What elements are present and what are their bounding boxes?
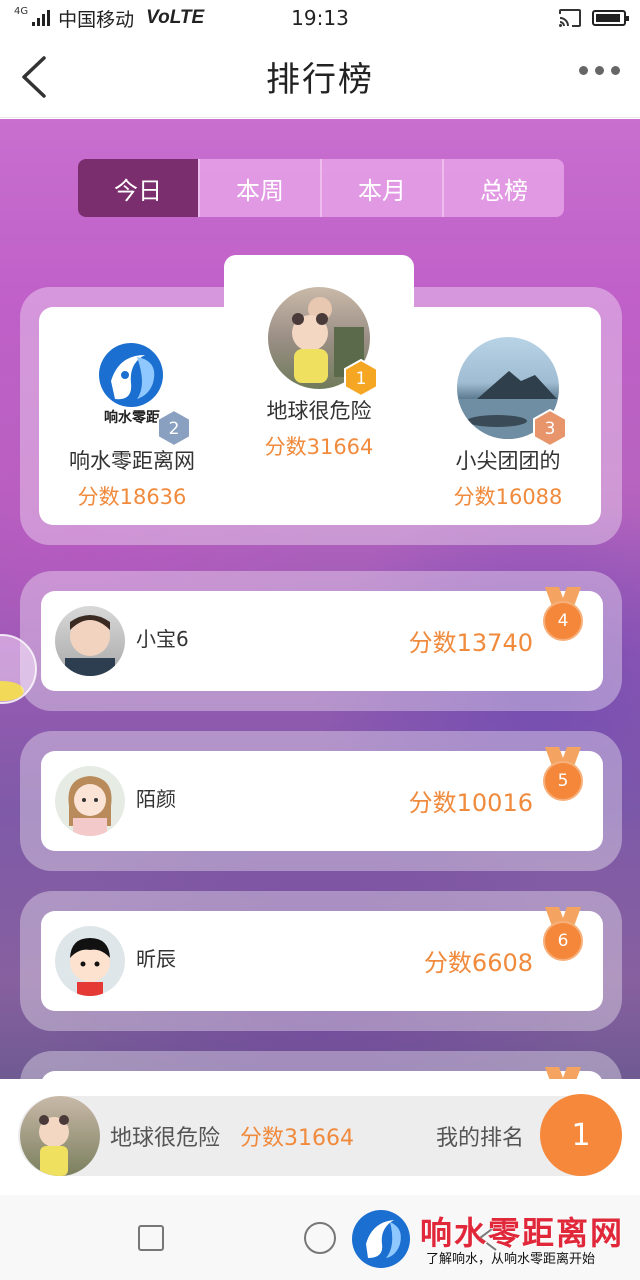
my-score: 分数31664: [240, 1126, 354, 1151]
top-navigation-bar: 排行榜: [0, 36, 640, 118]
my-rank-bar[interactable]: 地球很危险 分数31664 我的排名 1: [18, 1094, 622, 1176]
cartoon-girl-icon: [68, 776, 112, 836]
site-watermark: 响水零距离网 了解响水，从响水零距离开始: [350, 1208, 640, 1274]
child-photo-icon: [39, 1115, 69, 1176]
tab-week[interactable]: 本周: [198, 159, 320, 217]
rank-badge-bronze-icon: 3: [533, 409, 567, 447]
rank-row[interactable]: 昕辰 分数6608 6: [41, 907, 603, 1011]
svg-text:2: 2: [169, 419, 180, 439]
back-arrow-icon[interactable]: [16, 54, 56, 100]
home-icon[interactable]: [304, 1222, 336, 1254]
my-rank-footer: 地球很危险 分数31664 我的排名 1: [0, 1079, 640, 1195]
battery-icon: [592, 10, 629, 26]
my-avatar: [20, 1096, 100, 1176]
watermark-logo-icon: [352, 1210, 410, 1268]
rank-medal-icon: 4: [543, 587, 583, 649]
network-type-label: 4G: [14, 6, 29, 17]
podium-name: 小尖团团的: [455, 449, 561, 473]
rank-medal-icon: [543, 1067, 583, 1079]
child-photo-icon: [65, 615, 115, 676]
rank-number: 5: [543, 761, 583, 801]
rank-row[interactable]: 陌颜 分数10016 5: [41, 747, 603, 851]
watermark-subtitle: 了解响水，从响水零距离开始: [426, 1252, 596, 1267]
my-rank-label: 我的排名: [436, 1126, 525, 1151]
podium-score: 分数18636: [77, 485, 187, 509]
podium-second[interactable]: 响水零距 2 响水零距离网 分数18636: [62, 337, 202, 511]
rank-badge-silver-icon: 2: [157, 409, 191, 447]
svg-text:1: 1: [356, 369, 367, 389]
podium-first[interactable]: 1 地球很危险 分数31664: [249, 287, 389, 461]
signal-icon: [32, 10, 51, 26]
page-title: 排行榜: [266, 60, 374, 100]
podium-score: 分数31664: [264, 435, 374, 459]
cartoon-kid-icon: [70, 938, 110, 996]
rank-badge-gold-icon: 1: [344, 359, 378, 397]
user-name: 昕辰: [136, 947, 176, 971]
period-tabs: 今日 本周 本月 总榜: [78, 159, 564, 217]
rank-row[interactable]: 小宝6 分数13740 4: [41, 587, 603, 691]
my-name: 地球很危险: [110, 1126, 221, 1151]
rank-medal-icon: 6: [543, 907, 583, 969]
user-name: 陌颜: [136, 787, 176, 811]
my-rank-number: 1: [540, 1094, 622, 1176]
status-right: [558, 8, 629, 28]
cast-icon: [559, 9, 581, 27]
tab-today[interactable]: 今日: [78, 159, 198, 217]
more-options-icon[interactable]: [579, 66, 620, 75]
podium-score: 分数16088: [453, 485, 563, 509]
podium-name: 响水零距离网: [69, 449, 195, 473]
status-left: 4G 中国移动 VoLTE: [14, 5, 204, 32]
rank-row[interactable]: [41, 1067, 603, 1079]
tab-all-time[interactable]: 总榜: [442, 159, 564, 217]
rank-medal-icon: 5: [543, 747, 583, 809]
carrier-label: 中国移动: [58, 8, 135, 31]
leaderboard-content: 今日 本周 本月 总榜 响水零距 2 响水零距离网 分数18636 1 地球很危…: [0, 119, 640, 1079]
avatar: 响水零距 2: [81, 337, 191, 447]
recent-apps-icon[interactable]: [138, 1225, 164, 1251]
tab-month[interactable]: 本月: [320, 159, 442, 217]
rank-number: 4: [543, 601, 583, 641]
podium-third[interactable]: 3 小尖团团的 分数16088: [438, 337, 578, 511]
user-score: 分数10016: [408, 789, 533, 817]
volte-label: VoLTE: [146, 7, 205, 28]
rank-number: 6: [543, 921, 583, 961]
status-bar: 4G 中国移动 VoLTE 19:13: [0, 0, 640, 36]
user-name: 小宝6: [136, 627, 189, 651]
user-score: 分数13740: [408, 629, 533, 657]
user-avatar: [55, 766, 125, 836]
user-score: 分数6608: [423, 949, 533, 977]
user-avatar: [55, 926, 125, 996]
user-avatar: [55, 606, 125, 676]
avatar: 3: [457, 337, 567, 447]
avatar: 1: [268, 287, 378, 397]
podium-name: 地球很危险: [266, 399, 372, 423]
svg-text:3: 3: [545, 419, 556, 439]
